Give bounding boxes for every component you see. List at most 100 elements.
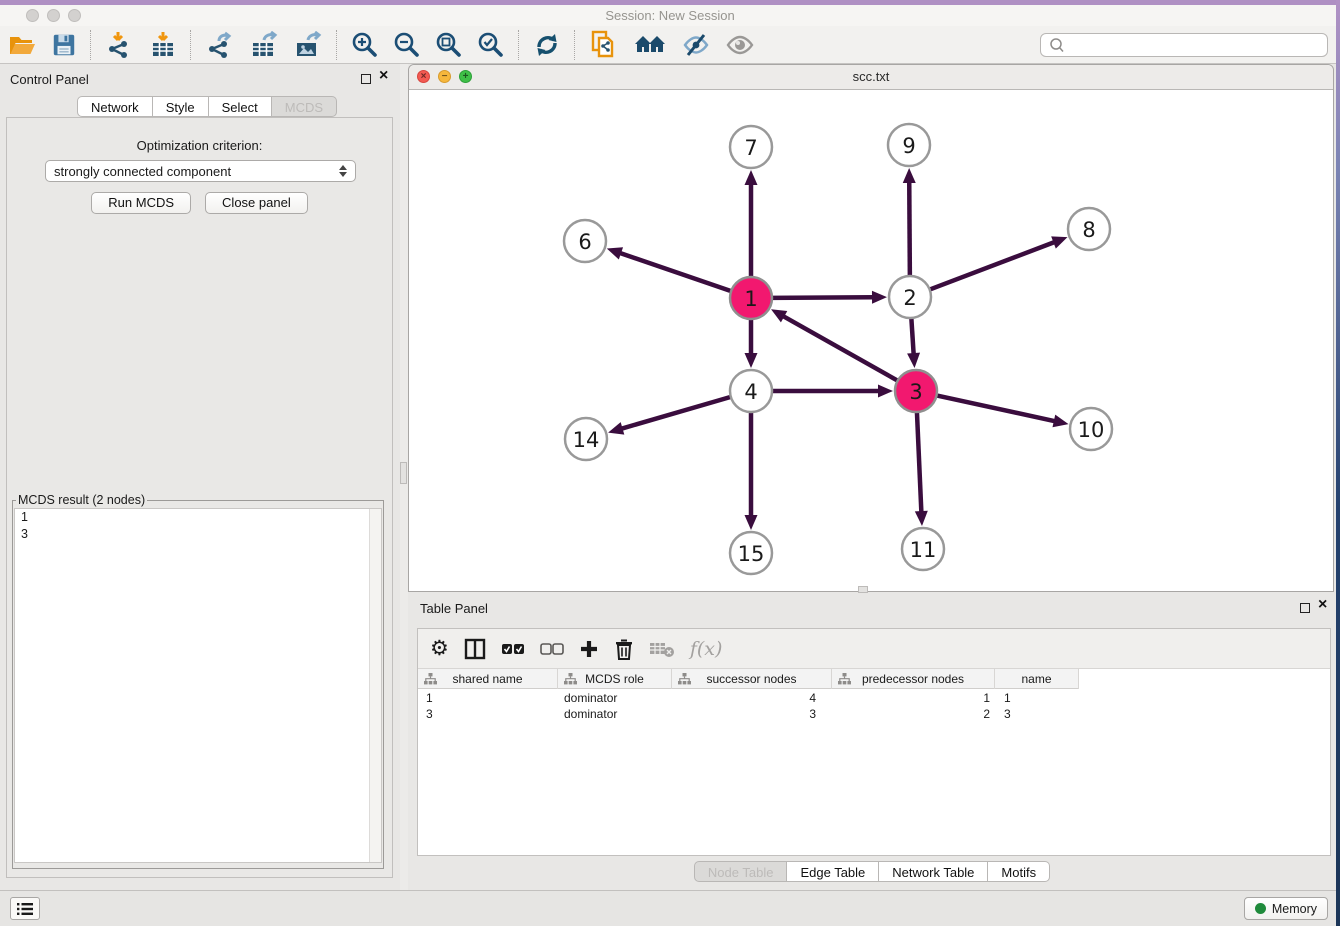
horizontal-splitter-grip[interactable] <box>858 586 868 593</box>
open-folder-icon[interactable] <box>0 29 44 61</box>
node-table: ⚙ f(x) shared name <box>417 628 1331 856</box>
graph-edge-arrow <box>608 422 624 434</box>
criterion-select[interactable]: strongly connected component <box>45 160 356 182</box>
float-table-panel-icon[interactable] <box>1300 603 1310 613</box>
graph-node-11[interactable]: 11 <box>902 528 944 570</box>
graph-node-1[interactable]: 1 <box>730 277 772 319</box>
apply-layout-icon[interactable] <box>526 29 568 61</box>
tab-edge-table[interactable]: Edge Table <box>787 861 879 882</box>
import-network-icon[interactable] <box>98 29 142 61</box>
tab-node-table[interactable]: Node Table <box>694 861 788 882</box>
search-input[interactable] <box>1069 37 1327 53</box>
search-box <box>1040 33 1328 57</box>
graph-node-14[interactable]: 14 <box>565 418 607 460</box>
result-item[interactable]: 1 <box>15 509 381 526</box>
export-network-icon[interactable] <box>198 29 242 61</box>
save-icon[interactable] <box>44 29 84 61</box>
graph-node-15[interactable]: 15 <box>730 532 772 574</box>
export-table-icon[interactable] <box>242 29 286 61</box>
table-row[interactable]: 1 dominator 4 1 1 <box>418 691 1330 707</box>
minimize-traffic-light[interactable] <box>47 9 60 22</box>
network-window-titlebar[interactable]: × − + scc.txt <box>409 65 1333 90</box>
tab-network-table[interactable]: Network Table <box>879 861 988 882</box>
delete-column-icon[interactable] <box>614 638 634 660</box>
zoom-out-icon[interactable] <box>386 29 428 61</box>
column-header-name[interactable]: name <box>995 669 1079 689</box>
graph-svg[interactable]: 7 9 6 8 1 2 4 3 14 10 15 11 <box>409 90 1333 591</box>
graph-node-6[interactable]: 6 <box>564 220 606 262</box>
export-image-icon[interactable] <box>286 29 330 61</box>
graph-node-4[interactable]: 4 <box>730 370 772 412</box>
fork-icon <box>424 673 437 685</box>
column-header-predecessor-nodes[interactable]: predecessor nodes <box>832 669 995 689</box>
hide-eye-icon[interactable] <box>674 29 718 61</box>
tab-select[interactable]: Select <box>209 96 272 117</box>
import-table-icon[interactable] <box>142 29 184 61</box>
graph-edge-3-11[interactable] <box>917 412 921 512</box>
graph-edge-3-1[interactable] <box>783 316 897 381</box>
zoom-selected-icon[interactable] <box>470 29 512 61</box>
mcds-result-legend: MCDS result (2 nodes) <box>16 493 147 507</box>
result-item[interactable]: 3 <box>15 526 381 543</box>
task-history-button[interactable] <box>10 897 40 920</box>
graph-edge-2-8[interactable] <box>930 242 1055 289</box>
zoom-fit-icon[interactable] <box>428 29 470 61</box>
graph-node-10[interactable]: 10 <box>1070 408 1112 450</box>
tab-network[interactable]: Network <box>77 96 153 117</box>
result-scrollbar[interactable] <box>369 509 381 862</box>
zoom-in-icon[interactable] <box>344 29 386 61</box>
table-panel-title: Table Panel <box>420 601 488 616</box>
graph-node-2[interactable]: 2 <box>889 276 931 318</box>
show-eye-icon[interactable] <box>718 29 762 61</box>
column-header-shared-name[interactable]: shared name <box>418 669 558 689</box>
splitter-grip[interactable] <box>400 462 407 484</box>
graph-edge-1-2[interactable] <box>772 297 873 298</box>
show-columns-icon[interactable] <box>464 638 486 660</box>
close-table-panel-icon[interactable]: × <box>1318 600 1327 610</box>
graph-node-9[interactable]: 9 <box>888 124 930 166</box>
svg-text:8: 8 <box>1082 218 1095 242</box>
close-panel-button[interactable]: Close panel <box>205 192 308 214</box>
close-panel-icon[interactable]: × <box>379 71 388 81</box>
app-title: Session: New Session <box>0 5 1340 26</box>
tab-style[interactable]: Style <box>153 96 209 117</box>
graph-node-3[interactable]: 3 <box>895 370 937 412</box>
table-settings-icon[interactable]: ⚙ <box>430 636 449 661</box>
select-all-checks-icon[interactable] <box>501 643 525 655</box>
clone-network-file-icon[interactable] <box>582 29 626 61</box>
graph-node-7[interactable]: 7 <box>730 126 772 168</box>
run-mcds-button[interactable]: Run MCDS <box>91 192 191 214</box>
graph-edge-arrow <box>745 353 758 368</box>
memory-button[interactable]: Memory <box>1244 897 1328 920</box>
graph-edge-1-6[interactable] <box>620 253 731 291</box>
graph-edge-2-3[interactable] <box>911 318 913 354</box>
graph-edge-4-14[interactable] <box>622 397 731 429</box>
home-network-icon[interactable] <box>626 29 674 61</box>
float-panel-icon[interactable] <box>361 74 371 84</box>
zoom-traffic-light[interactable] <box>68 9 81 22</box>
add-column-icon[interactable] <box>579 639 599 659</box>
tab-motifs[interactable]: Motifs <box>988 861 1050 882</box>
tab-mcds[interactable]: MCDS <box>272 96 337 117</box>
toolbar-separator <box>190 30 192 60</box>
close-traffic-light[interactable] <box>26 9 39 22</box>
column-header-successor-nodes[interactable]: successor nodes <box>672 669 832 689</box>
function-builder-icon[interactable]: f(x) <box>690 638 723 660</box>
mcds-buttons: Run MCDS Close panel <box>7 192 392 214</box>
fork-icon <box>564 673 577 685</box>
clear-checks-icon[interactable] <box>540 643 564 655</box>
graph-node-8[interactable]: 8 <box>1068 208 1110 250</box>
app-titlebar: Session: New Session <box>0 5 1340 26</box>
fork-icon <box>838 673 851 685</box>
vertical-splitter[interactable] <box>400 64 408 890</box>
column-header-mcds-role[interactable]: MCDS role <box>558 669 672 689</box>
minimize-window-icon[interactable]: − <box>438 70 451 83</box>
table-row[interactable]: 3 dominator 3 2 3 <box>418 707 1330 723</box>
close-window-icon[interactable]: × <box>417 70 430 83</box>
maximize-window-icon[interactable]: + <box>459 70 472 83</box>
graph-edge-2-9[interactable] <box>909 182 910 276</box>
graph-edge-3-10[interactable] <box>937 395 1055 421</box>
svg-text:15: 15 <box>738 542 765 566</box>
delete-table-icon[interactable] <box>649 640 675 658</box>
fork-icon <box>678 673 691 685</box>
